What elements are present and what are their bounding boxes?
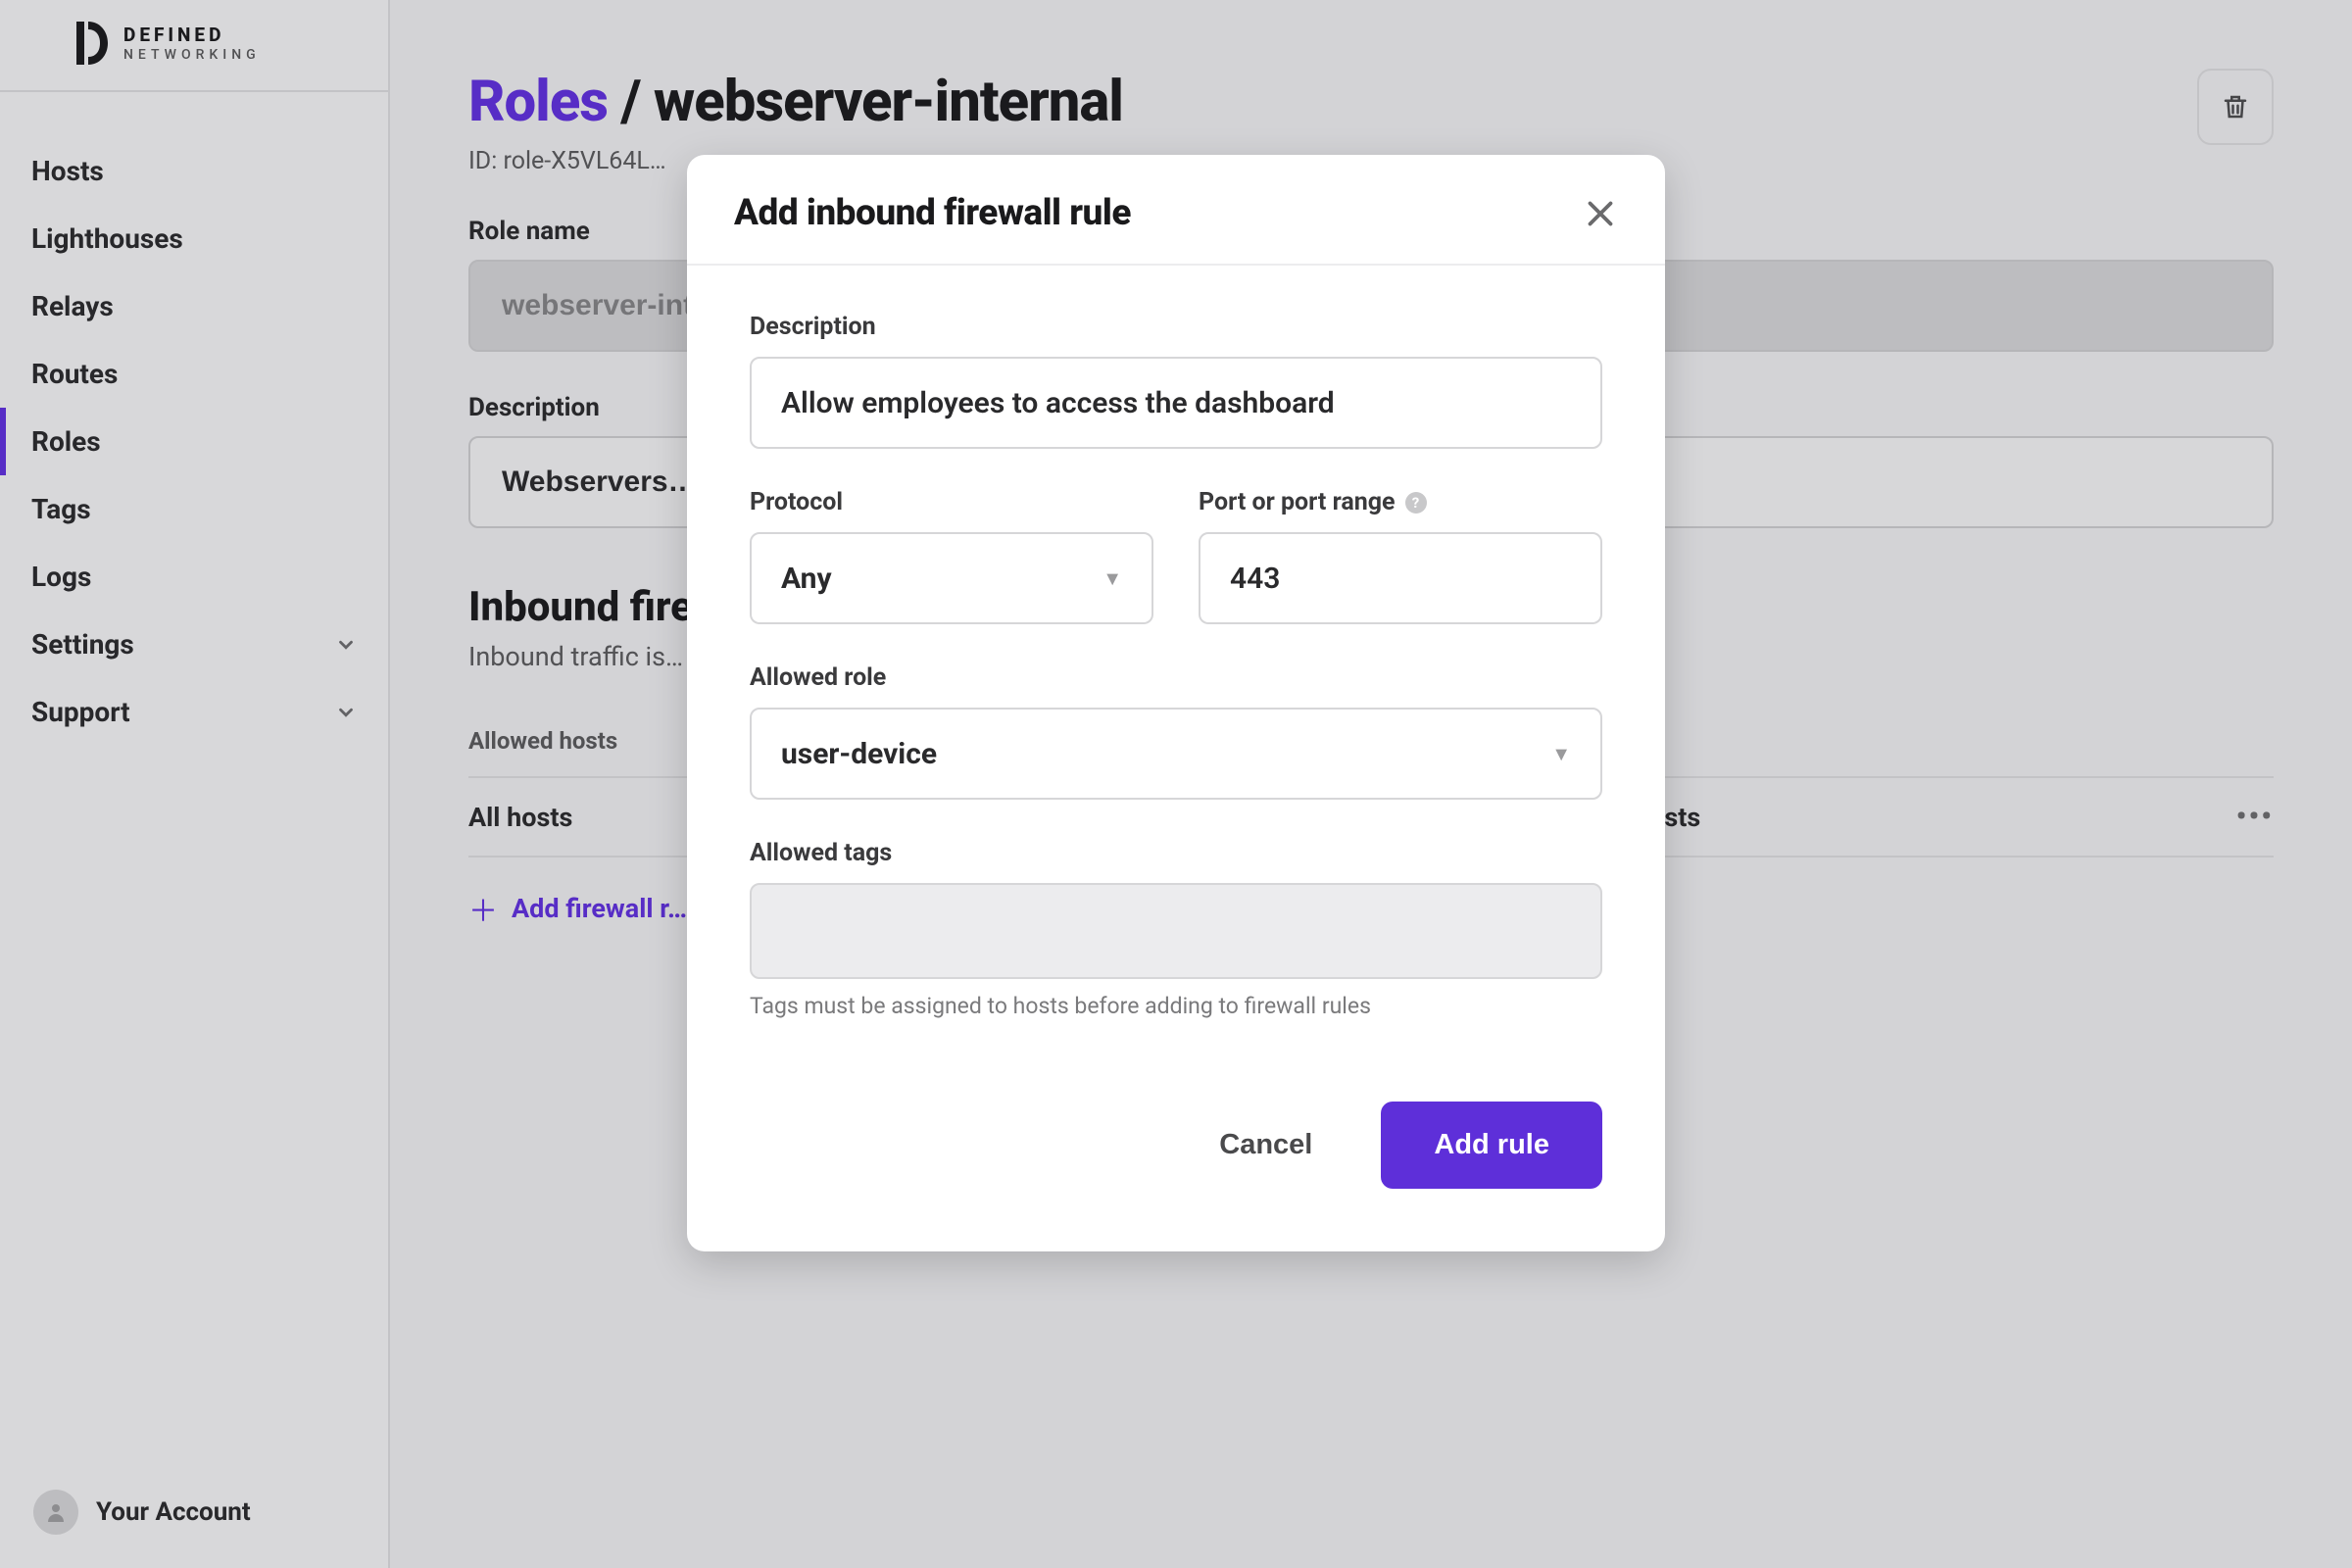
modal-protocol-label: Protocol <box>750 488 1153 516</box>
modal-allowed-role-select[interactable]: user-device ▼ <box>750 708 1602 800</box>
add-rule-modal: Add inbound firewall rule Description Pr… <box>687 155 1665 1251</box>
modal-title: Add inbound firewall rule <box>734 192 1131 234</box>
modal-description-label: Description <box>750 313 1602 341</box>
cancel-button[interactable]: Cancel <box>1190 1105 1342 1185</box>
close-icon[interactable] <box>1583 196 1618 231</box>
add-rule-button[interactable]: Add rule <box>1381 1102 1602 1189</box>
modal-allowed-tags-label: Allowed tags <box>750 839 1602 867</box>
modal-tags-hint: Tags must be assigned to hosts before ad… <box>750 993 1602 1019</box>
help-icon[interactable]: ? <box>1405 492 1427 514</box>
modal-allowed-tags-input[interactable] <box>750 883 1602 979</box>
modal-overlay[interactable]: Add inbound firewall rule Description Pr… <box>0 0 2352 1568</box>
modal-protocol-select[interactable]: Any ▼ <box>750 532 1153 624</box>
modal-description-input[interactable] <box>750 357 1602 449</box>
modal-port-label: Port or port range ? <box>1199 488 1602 516</box>
caret-down-icon: ▼ <box>1551 742 1571 766</box>
modal-port-input[interactable] <box>1199 532 1602 624</box>
caret-down-icon: ▼ <box>1102 566 1122 591</box>
modal-allowed-role-label: Allowed role <box>750 663 1602 692</box>
